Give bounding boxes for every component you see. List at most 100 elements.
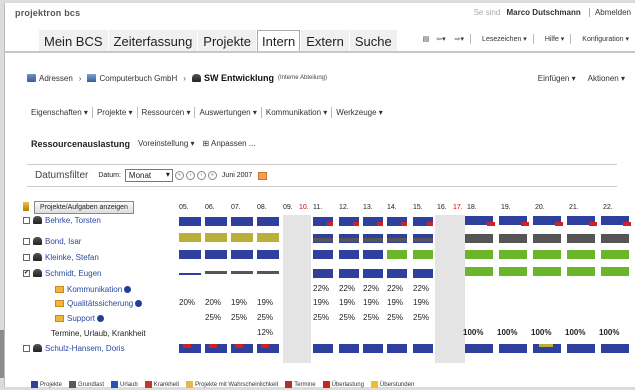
- load-bar[interactable]: [377, 222, 383, 226]
- load-bar[interactable]: [205, 217, 227, 226]
- row-checkbox[interactable]: [23, 344, 30, 352]
- person-name[interactable]: Schmidt, Eugen: [45, 269, 101, 278]
- person-row-kleinke[interactable]: Kleinke, Stefan: [23, 251, 99, 263]
- menu-eigenschaften[interactable]: Eigenschaften ▾: [27, 107, 93, 118]
- menu-werkzeuge[interactable]: Werkzeuge ▾: [332, 107, 387, 118]
- tab-projekte[interactable]: Projekte: [198, 30, 256, 52]
- load-bar[interactable]: [313, 238, 333, 242]
- menu-ressourcen[interactable]: Ressourcen ▾: [138, 107, 196, 118]
- load-bar[interactable]: [601, 234, 629, 243]
- load-bar[interactable]: [465, 344, 493, 353]
- load-bar[interactable]: [209, 344, 217, 348]
- load-bar[interactable]: [261, 344, 269, 348]
- load-bar[interactable]: [413, 250, 433, 259]
- load-bar[interactable]: [231, 271, 253, 274]
- load-bar[interactable]: [231, 250, 253, 259]
- person-row-behrke[interactable]: Behrke, Torsten: [23, 214, 101, 226]
- tab-mein-bcs[interactable]: Mein BCS: [39, 30, 108, 52]
- load-bar[interactable]: [257, 233, 279, 242]
- load-bar[interactable]: [179, 250, 201, 259]
- load-bar[interactable]: [427, 222, 433, 226]
- insert-menu[interactable]: Einfügen ▾: [538, 74, 576, 83]
- info-icon[interactable]: [97, 314, 105, 322]
- first-icon[interactable]: «: [174, 171, 184, 180]
- breadcrumb-adressen[interactable]: Adressen: [39, 74, 73, 83]
- person-row-bond[interactable]: Bond, Isar: [23, 235, 81, 247]
- period-select[interactable]: Monat: [124, 169, 173, 182]
- load-bar[interactable]: [623, 222, 631, 226]
- load-bar[interactable]: [231, 233, 253, 242]
- load-bar[interactable]: [257, 217, 279, 226]
- load-bar[interactable]: [533, 250, 561, 259]
- row-checkbox-checked[interactable]: ✔: [23, 269, 30, 277]
- person-row-schulz[interactable]: Schulz-Hansem, Doris: [23, 342, 125, 354]
- load-bar[interactable]: [401, 222, 407, 226]
- back-icon[interactable]: ⇦▾: [434, 34, 447, 44]
- calendar-icon[interactable]: [258, 171, 268, 180]
- actions-menu[interactable]: Aktionen ▾: [588, 74, 625, 83]
- tab-intern[interactable]: Intern: [257, 30, 301, 52]
- load-bar[interactable]: [339, 250, 359, 259]
- row-checkbox[interactable]: [23, 216, 30, 224]
- breadcrumb-company[interactable]: Computerbuch GmbH: [99, 74, 177, 83]
- load-bar[interactable]: [567, 344, 595, 353]
- person-name[interactable]: Schulz-Hansem, Doris: [45, 344, 125, 353]
- prev-icon[interactable]: ‹: [185, 171, 195, 180]
- person-row-schmidt[interactable]: ✔ Schmidt, Eugen: [23, 267, 101, 279]
- load-bar[interactable]: [387, 344, 407, 353]
- load-bar[interactable]: [179, 273, 201, 275]
- subitem-label[interactable]: Qualitätssicherung: [67, 299, 133, 308]
- load-bar[interactable]: [313, 250, 333, 259]
- menu-auswertungen[interactable]: Auswertungen ▾: [195, 107, 262, 118]
- preset-menu[interactable]: Voreinstellung ▾: [138, 139, 195, 149]
- forward-icon[interactable]: ⇨▾: [453, 34, 466, 44]
- load-bar[interactable]: [363, 250, 383, 259]
- logout-link[interactable]: Abmelden: [588, 8, 631, 17]
- load-bar[interactable]: [567, 234, 595, 243]
- load-bar[interactable]: [387, 250, 407, 259]
- load-bar[interactable]: [589, 222, 597, 226]
- menu-kommunikation[interactable]: Kommunikation ▾: [262, 107, 333, 118]
- tab-extern[interactable]: Extern: [301, 30, 349, 52]
- menu-projekte[interactable]: Projekte ▾: [93, 107, 138, 118]
- load-bar[interactable]: [327, 222, 333, 226]
- person-name[interactable]: Bond, Isar: [45, 237, 81, 246]
- row-checkbox[interactable]: [23, 253, 30, 261]
- load-bar[interactable]: [533, 234, 561, 243]
- load-bar[interactable]: [499, 267, 527, 276]
- config-menu[interactable]: Konfiguration ▾: [580, 34, 631, 44]
- bookmarks-menu[interactable]: Lesezeichen ▾: [480, 34, 529, 44]
- load-bar[interactable]: [499, 234, 527, 243]
- load-bar[interactable]: [205, 233, 227, 242]
- load-bar[interactable]: [339, 344, 359, 353]
- next-icon[interactable]: ›: [196, 171, 206, 180]
- load-bar[interactable]: [533, 267, 561, 276]
- load-bar[interactable]: [567, 267, 595, 276]
- person-name[interactable]: Behrke, Torsten: [45, 216, 101, 225]
- subitem-support[interactable]: Support: [55, 312, 105, 324]
- last-icon[interactable]: »: [207, 171, 217, 180]
- subitem-qualitaetssicherung[interactable]: Qualitätssicherung: [55, 297, 143, 309]
- clipboard-icon[interactable]: ▤: [423, 35, 430, 43]
- load-bar[interactable]: [205, 271, 227, 274]
- subitem-kommunikation[interactable]: Kommunikation: [55, 283, 132, 295]
- adjust-link[interactable]: ⊞ Anpassen ...: [203, 139, 256, 149]
- info-icon[interactable]: [124, 285, 132, 293]
- load-bar[interactable]: [499, 344, 527, 353]
- load-bar[interactable]: [257, 250, 279, 259]
- show-projects-button[interactable]: Projekte/Aufgaben anzeigen: [34, 201, 134, 214]
- load-bar[interactable]: [499, 250, 527, 259]
- load-bar[interactable]: [205, 250, 227, 259]
- load-bar[interactable]: [487, 222, 495, 226]
- subitem-label[interactable]: Support: [67, 314, 95, 323]
- load-bar[interactable]: [387, 238, 407, 242]
- load-bar[interactable]: [313, 269, 333, 278]
- load-bar[interactable]: [339, 238, 359, 242]
- person-name[interactable]: Kleinke, Stefan: [45, 253, 99, 262]
- load-bar[interactable]: [601, 344, 629, 353]
- load-bar[interactable]: [567, 250, 595, 259]
- load-bar[interactable]: [413, 238, 433, 242]
- tab-zeiterfassung[interactable]: Zeiterfassung: [108, 30, 198, 52]
- load-bar[interactable]: [539, 344, 553, 347]
- load-bar[interactable]: [465, 234, 493, 243]
